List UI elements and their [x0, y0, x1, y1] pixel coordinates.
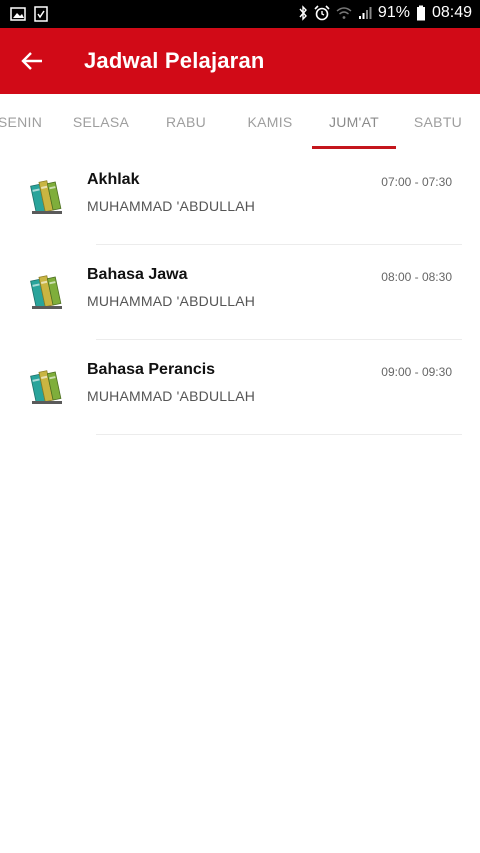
tab-sabtu[interactable]: SABTU [402, 94, 474, 150]
task-check-icon [34, 6, 48, 22]
status-right-icons: 91% 08:49 [298, 4, 472, 22]
tab-selasa[interactable]: SELASA [62, 94, 140, 150]
divider [96, 434, 462, 435]
app-bar: Jadwal Pelajaran [0, 28, 480, 94]
time-range: 09:00 - 09:30 [381, 365, 452, 379]
books-icon [28, 176, 66, 216]
page-title: Jadwal Pelajaran [84, 48, 265, 73]
time-range: 08:00 - 08:30 [381, 270, 452, 284]
status-bar: 91% 08:49 [0, 0, 480, 28]
wifi-icon [336, 6, 352, 20]
tab-jumat[interactable]: JUM'AT [312, 94, 396, 150]
teacher-name: MUHAMMAD 'ABDULLAH [87, 388, 256, 404]
teacher-name: MUHAMMAD 'ABDULLAH [87, 293, 256, 309]
subject-name: Akhlak [87, 171, 140, 188]
status-time: 08:49 [431, 4, 472, 21]
arrow-left-icon [21, 52, 42, 70]
battery-percent: 91% [377, 4, 410, 21]
alarm-icon [314, 5, 330, 21]
schedule-item[interactable]: Bahasa Perancis MUHAMMAD 'ABDULLAH 09:00… [0, 340, 480, 435]
schedule-list: Akhlak MUHAMMAD 'ABDULLAH 07:00 - 07:30 … [0, 150, 480, 435]
battery-icon [416, 5, 426, 21]
bluetooth-icon [298, 5, 308, 21]
tab-senin[interactable]: SENIN [0, 94, 48, 150]
schedule-item[interactable]: Bahasa Jawa MUHAMMAD 'ABDULLAH 08:00 - 0… [0, 245, 480, 340]
books-icon [28, 271, 66, 311]
subject-name: Bahasa Jawa [87, 266, 188, 283]
active-tab-indicator [312, 146, 396, 149]
day-tabs: SENIN SELASA RABU KAMIS JUM'AT SABTU [0, 94, 480, 150]
tab-kamis[interactable]: KAMIS [232, 94, 308, 150]
back-button[interactable] [18, 47, 48, 75]
time-range: 07:00 - 07:30 [381, 175, 452, 189]
schedule-item[interactable]: Akhlak MUHAMMAD 'ABDULLAH 07:00 - 07:30 [0, 150, 480, 245]
books-icon [28, 366, 66, 406]
gallery-icon [10, 6, 26, 22]
teacher-name: MUHAMMAD 'ABDULLAH [87, 198, 256, 214]
tab-rabu[interactable]: RABU [150, 94, 222, 150]
status-left-icons [10, 6, 48, 22]
subject-name: Bahasa Perancis [87, 361, 216, 378]
signal-icon [358, 6, 372, 20]
